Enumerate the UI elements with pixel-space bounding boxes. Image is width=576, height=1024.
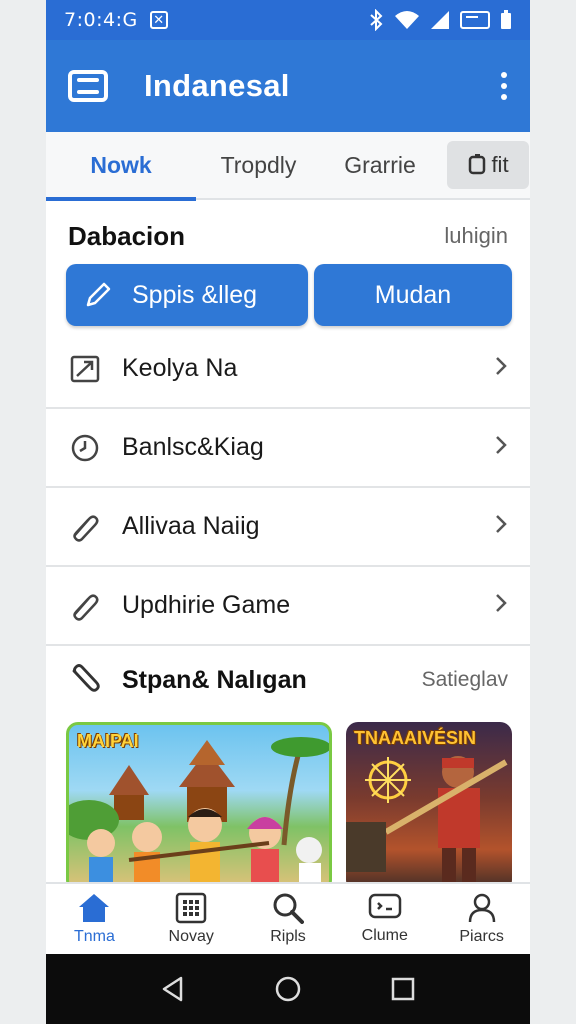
phone-screen: 7:0:4:G ✕ Indanesal Nowk Tropdly Grarrie… xyxy=(46,0,530,1024)
app-title: Indanesal xyxy=(144,68,290,103)
nav-label: Tnma xyxy=(73,928,115,945)
home-circle-icon[interactable] xyxy=(274,975,302,1003)
message-icon xyxy=(368,893,402,919)
bluetooth-icon xyxy=(370,9,383,31)
list-item-label: Updhirie Game xyxy=(122,591,291,619)
more-options-icon[interactable] xyxy=(500,72,508,100)
map-icon xyxy=(68,352,102,386)
nav-label: Novay xyxy=(168,928,214,945)
list-item-label: Banlsc&Kiag xyxy=(122,433,264,461)
nav-label: Ripls xyxy=(270,928,306,945)
featured-aux-link[interactable]: Satieglav xyxy=(422,668,508,692)
back-icon[interactable] xyxy=(161,976,185,1002)
chevron-right-icon xyxy=(494,593,508,618)
person-icon xyxy=(468,893,495,923)
status-icons xyxy=(368,9,512,31)
chevron-right-icon xyxy=(494,356,508,381)
featured-title: Stpan& Nalıgan xyxy=(122,665,307,694)
section-aux-link[interactable]: luhigin xyxy=(444,223,508,249)
nav-item-clume[interactable]: Clume xyxy=(336,884,433,954)
list-item[interactable]: Banlsc&Kiag xyxy=(46,409,530,488)
paperclip-icon xyxy=(68,510,102,544)
menu-list: Keolya Na Banlsc&Kiag Allivaa Naiig Updh… xyxy=(46,330,530,646)
primary-action-button[interactable]: Sppis &lleg xyxy=(66,264,308,326)
signal-icon xyxy=(431,11,449,29)
grid-icon xyxy=(175,892,207,924)
filter-label: fit xyxy=(491,152,509,177)
pencil-icon xyxy=(86,282,111,307)
cast-icon xyxy=(460,11,490,29)
home-icon xyxy=(79,894,110,922)
notification-x-icon: ✕ xyxy=(149,11,168,29)
game-card[interactable]: TNAAAIVÉSIN xyxy=(346,722,512,892)
filter-button[interactable]: fit xyxy=(447,141,529,189)
chevron-right-icon xyxy=(494,514,508,539)
nav-item-ripls[interactable]: Ripls xyxy=(240,884,337,954)
paperclip-icon xyxy=(68,589,102,623)
nav-label: Piarcs xyxy=(459,928,504,945)
app-bar: Indanesal xyxy=(46,40,530,132)
paperclip-icon xyxy=(68,661,102,700)
tab-tropdly[interactable]: Tropdly xyxy=(196,131,321,199)
recents-icon[interactable] xyxy=(391,977,415,1001)
secondary-action-button[interactable]: Mudan xyxy=(314,264,512,326)
section-header: Dabacion luhigin xyxy=(46,208,530,264)
section-title: Dabacion xyxy=(68,220,186,251)
primary-action-label: Sppis &lleg xyxy=(132,280,258,309)
wifi-icon xyxy=(395,11,419,29)
tab-bar: Nowk Tropdly Grarrie fit xyxy=(46,131,530,201)
nav-item-piarcs[interactable]: Piarcs xyxy=(433,884,530,954)
nav-item-home[interactable]: Tnma xyxy=(46,884,143,954)
chevron-right-icon xyxy=(494,435,508,460)
action-buttons: Sppis &lleg Mudan xyxy=(66,264,512,326)
status-bar: 7:0:4:G ✕ xyxy=(46,0,530,40)
list-item[interactable]: Updhirie Game xyxy=(46,567,530,646)
system-navigation-bar xyxy=(46,954,530,1024)
clock-icon xyxy=(68,431,102,465)
list-item[interactable]: Keolya Na xyxy=(46,330,530,409)
battery-icon xyxy=(501,10,511,29)
search-icon xyxy=(273,893,304,924)
bottom-navigation: Tnma Novay Ripls Clume Piarcs xyxy=(46,882,530,954)
secondary-action-label: Mudan xyxy=(374,280,452,309)
list-item-label: Keolya Na xyxy=(122,354,238,382)
nav-item-novay[interactable]: Novay xyxy=(143,884,240,954)
game-card-title: TNAAAIVÉSIN xyxy=(354,728,477,748)
game-card-title: MAIPAI xyxy=(77,731,139,751)
list-item-label: Allivaa Naiig xyxy=(122,512,260,540)
filter-icon xyxy=(469,154,486,175)
featured-header: Stpan& Nalıgan Satieglav xyxy=(46,652,530,708)
status-time: 7:0:4:G xyxy=(64,9,138,31)
list-item[interactable]: Allivaa Naiig xyxy=(46,488,530,567)
tab-grarrie[interactable]: Grarrie xyxy=(321,131,439,199)
menu-icon[interactable] xyxy=(68,70,108,102)
game-cards: MAIPAI TNAAAIVÉSIN xyxy=(66,722,530,892)
tab-nowk[interactable]: Nowk xyxy=(46,131,196,201)
nav-label: Clume xyxy=(361,927,408,944)
game-card[interactable]: MAIPAI xyxy=(66,722,332,892)
